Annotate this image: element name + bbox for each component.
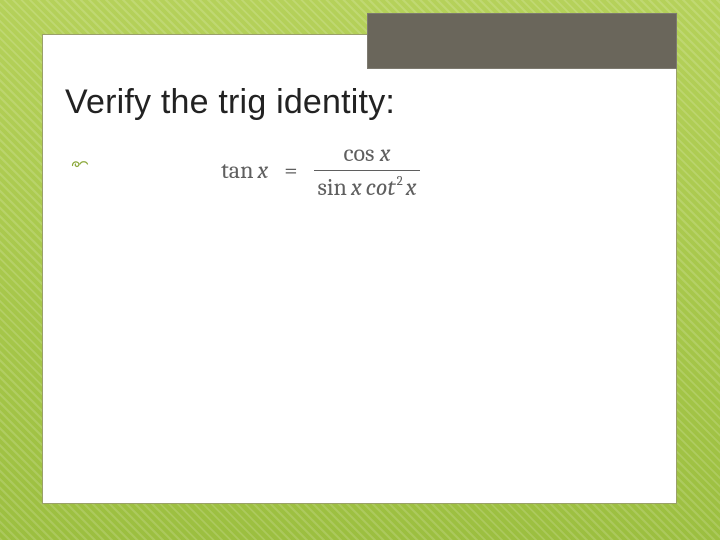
den-exponent: 2 [397,174,403,189]
formula-lhs: tan x [221,156,268,184]
lhs-func: tan [221,156,253,184]
den-var2: x [406,173,417,202]
den-var1: x [351,173,362,202]
slide-title: Verify the trig identity: [65,83,395,122]
trig-identity-formula: tan x = cos x sin x cot2 x [221,139,420,202]
den-func-cot-text: cot [366,173,396,201]
den-func-cot: cot2 [366,173,402,202]
content-card: Verify the trig identity: tan x = cos x … [42,34,677,504]
swirl-icon [71,157,89,171]
fraction-denominator: sin x cot2 x [314,170,421,202]
title-banner [367,13,677,69]
lhs-var: x [257,156,268,184]
fraction-numerator: cos x [337,139,396,170]
equals-sign: = [278,156,303,184]
den-func-sin: sin [318,173,347,202]
num-func: cos [343,139,374,167]
num-var: x [380,139,391,167]
formula-fraction: cos x sin x cot2 x [314,139,421,202]
